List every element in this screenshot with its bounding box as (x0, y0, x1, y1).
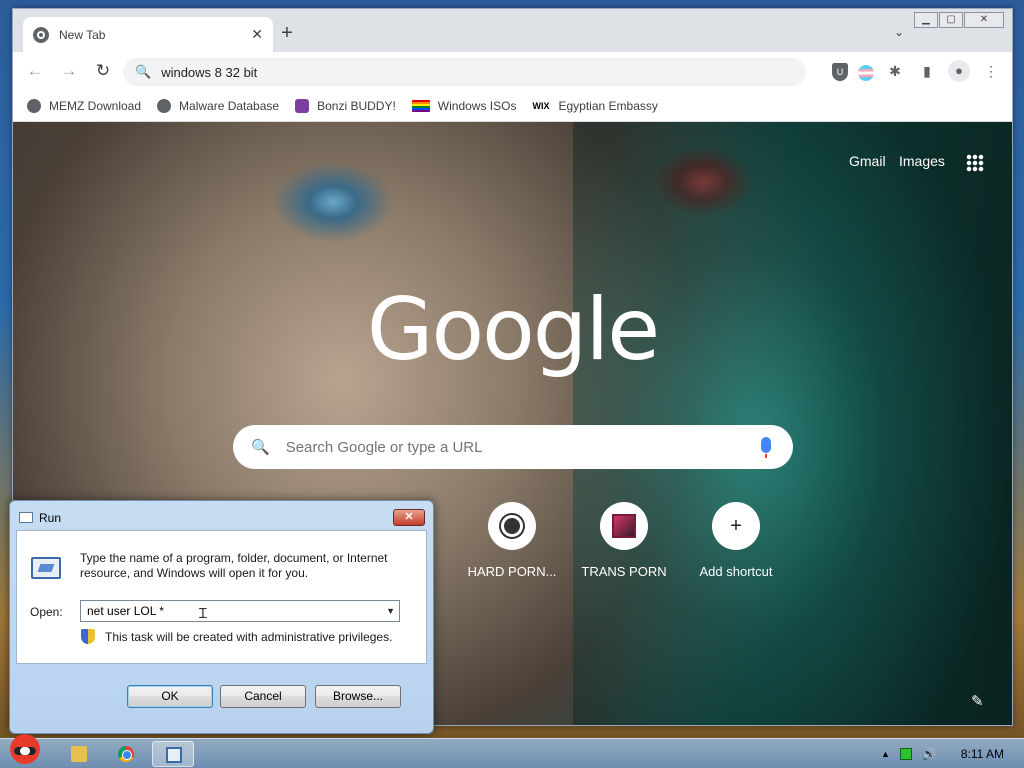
reload-icon[interactable]: ↻ (91, 59, 115, 83)
tab-search-icon[interactable]: ⌄ (894, 25, 904, 39)
run-description: Type the name of a program, folder, docu… (80, 551, 388, 580)
run-titlebar[interactable]: Run ✕ (10, 501, 433, 531)
run-program-icon (31, 557, 61, 579)
close-window-button[interactable]: ✕ (964, 12, 1004, 28)
background-image (573, 122, 1012, 725)
cancel-button[interactable]: Cancel (220, 685, 306, 708)
tab-new-tab[interactable]: New Tab ✕ (23, 17, 273, 52)
shortcut-icon (488, 502, 536, 550)
new-tab-button[interactable]: + (275, 23, 299, 43)
google-search-box[interactable]: 🔍 Search Google or type a URL (233, 425, 793, 469)
start-button-angry-bird-icon[interactable] (2, 733, 48, 768)
bookmark-malware-database[interactable]: Malware Database (157, 98, 279, 113)
bookmark-egyptian-embassy[interactable]: WIX Egyptian Embassy (532, 99, 657, 113)
wix-icon: WIX (532, 100, 550, 111)
run-body: Type the name of a program, folder, docu… (16, 530, 427, 664)
google-apps-grid-icon[interactable] (966, 154, 984, 172)
site-thumbnail-icon (612, 514, 636, 538)
tab-strip: New Tab ✕ + ⌄ ▁ ▢ ✕ (13, 9, 1012, 52)
rainbow-flag-icon (411, 99, 430, 112)
shortcut-trans[interactable]: TRANS PORN (574, 502, 674, 579)
taskbar-chrome[interactable] (105, 741, 147, 767)
toolbar: ← → ↻ 🔍 windows 8 32 bit U ✱ ▮ ● ⋮ (13, 52, 1012, 90)
clock[interactable]: 8:11 AM (961, 747, 1004, 761)
taskbar-run[interactable] (152, 741, 194, 767)
search-icon: 🔍 (135, 64, 152, 79)
raccoon-face-icon (501, 515, 523, 537)
profile-avatar-icon[interactable]: ● (948, 60, 970, 82)
run-window-icon (19, 512, 33, 523)
search-icon: 🔍 (251, 439, 270, 456)
text-cursor-icon: Ɪ (199, 605, 207, 621)
customize-pencil-icon[interactable]: ✎ (971, 692, 984, 710)
ok-button[interactable]: OK (127, 685, 213, 708)
add-shortcut-button[interactable]: + Add shortcut (686, 502, 786, 579)
folder-icon (71, 746, 87, 762)
volume-icon[interactable]: 🔊 (922, 747, 937, 761)
images-link[interactable]: Images (899, 153, 945, 169)
back-icon[interactable]: ← (23, 59, 47, 83)
extensions-puzzle-icon[interactable]: ✱ (884, 60, 906, 82)
menu-kebab-icon[interactable]: ⋮ (980, 60, 1002, 82)
open-label: Open: (30, 605, 63, 619)
side-panel-icon[interactable]: ▮ (916, 60, 938, 82)
bonzi-icon (295, 98, 310, 113)
tab-title: New Tab (59, 27, 106, 42)
shortcut-label: HARD PORN... (467, 564, 557, 579)
taskbar-explorer[interactable] (58, 741, 100, 767)
uac-shield-icon (81, 629, 95, 644)
dropdown-arrow-icon[interactable]: ▼ (386, 606, 395, 616)
globe-icon (27, 98, 41, 113)
admin-note: This task will be created with administr… (105, 630, 393, 644)
open-combobox[interactable]: net user LOL * Ɪ ▼ (80, 600, 400, 622)
run-close-button[interactable]: ✕ (393, 509, 425, 526)
microphone-icon[interactable] (761, 437, 771, 458)
maximize-button[interactable]: ▢ (939, 12, 963, 28)
forward-icon[interactable]: → (57, 59, 81, 83)
network-icon[interactable] (899, 748, 912, 760)
globe-icon (157, 98, 172, 113)
shortcut-hard[interactable]: HARD PORN... (462, 502, 562, 579)
google-logo: Google (366, 280, 660, 380)
bookmark-memz-download[interactable]: MEMZ Download (27, 98, 141, 113)
chrome-favicon-icon (33, 26, 49, 43)
run-icon (166, 747, 182, 763)
extensions-area: U ✱ ▮ ● ⋮ (832, 60, 1002, 82)
chrome-icon (118, 746, 134, 762)
search-placeholder: Search Google or type a URL (285, 438, 483, 456)
run-title: Run (39, 511, 62, 525)
show-hidden-icons-icon[interactable]: ▲ (881, 749, 890, 759)
plus-icon: + (712, 502, 760, 550)
address-text: windows 8 32 bit (161, 64, 258, 80)
system-tray: ▲ 🔊 8:11 AM (881, 739, 1014, 768)
trans-flag-extension-icon[interactable] (858, 64, 874, 81)
address-bar[interactable]: 🔍 windows 8 32 bit (123, 58, 806, 86)
browse-button[interactable]: Browse... (315, 685, 401, 708)
bookmark-bonzi-buddy[interactable]: Bonzi BUDDY! (295, 98, 396, 113)
run-button-row: OK Cancel Browse... (10, 665, 433, 733)
minimize-button[interactable]: ▁ (914, 12, 938, 28)
taskbar: ▲ 🔊 8:11 AM (0, 733, 1024, 768)
bookmarks-bar: MEMZ Download Malware Database Bonzi BUD… (13, 90, 1012, 122)
gmail-link[interactable]: Gmail (849, 153, 886, 169)
run-dialog: Run ✕ Type the name of a program, folder… (9, 500, 434, 734)
window-controls: ▁ ▢ ✕ (914, 12, 1004, 28)
shortcut-label: Add shortcut (699, 564, 773, 579)
bookmark-windows-isos[interactable]: Windows ISOs (411, 99, 516, 113)
ublock-shield-icon[interactable]: U (832, 63, 848, 81)
shortcut-icon (600, 502, 648, 550)
shortcut-label: TRANS PORN (581, 564, 667, 579)
tab-close-icon[interactable]: ✕ (251, 26, 263, 43)
open-value: net user LOL * (87, 604, 164, 618)
